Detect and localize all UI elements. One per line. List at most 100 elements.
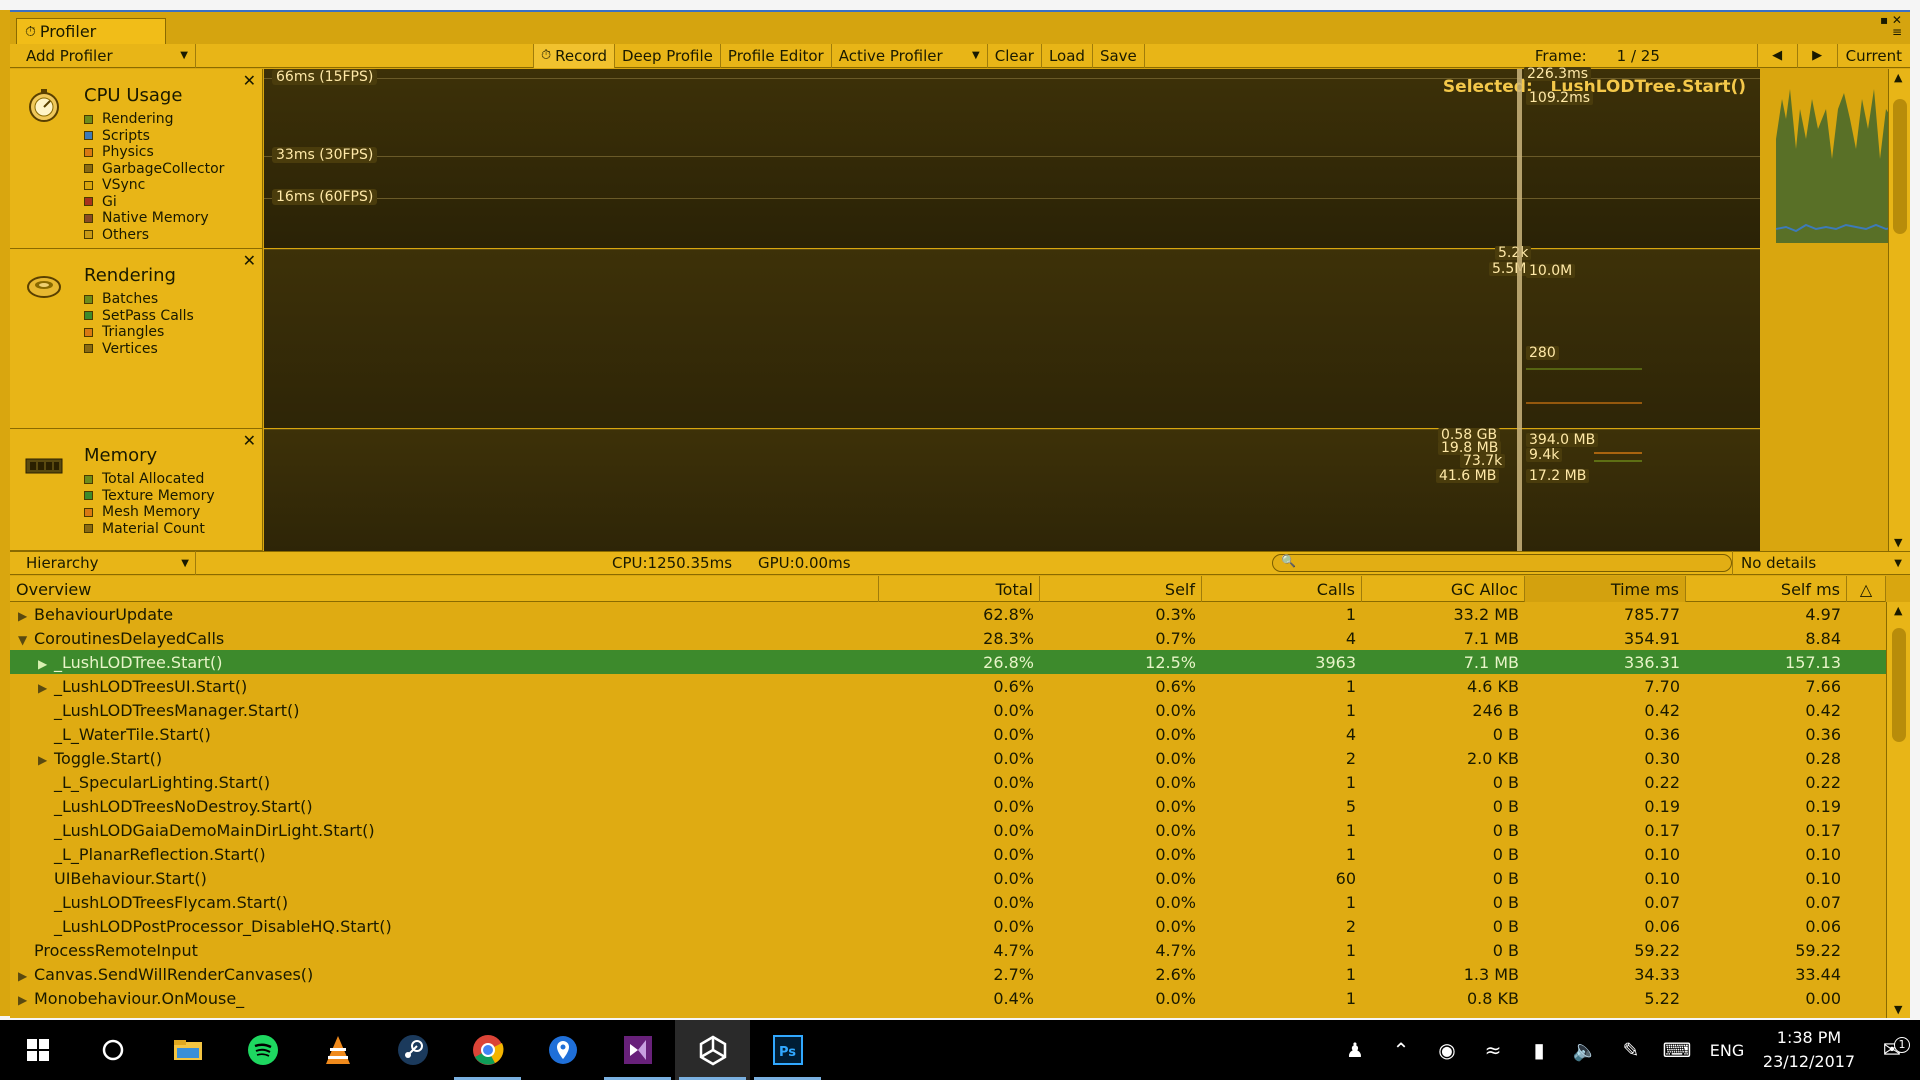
column-header-gc-alloc[interactable]: GC Alloc (1362, 576, 1525, 602)
collapsed-arrow-icon[interactable]: ▶ (38, 657, 54, 671)
battery-icon[interactable]: ▮ (1516, 1020, 1562, 1080)
file-explorer-icon[interactable] (150, 1020, 225, 1080)
legend-item[interactable]: Gi (84, 194, 224, 211)
column-header-self[interactable]: Self (1040, 576, 1202, 602)
scrollbar-thumb[interactable] (1893, 99, 1907, 234)
cpu-graph[interactable]: 66ms (15FPS) 33ms (30FPS) 16ms (60FPS) S… (264, 67, 1896, 248)
volume-icon[interactable]: 🔈 (1562, 1020, 1608, 1080)
table-row[interactable]: _LushLODTreesFlycam.Start() 0.0% 0.0% 1 0 B 0… (10, 890, 1886, 914)
add-profiler-dropdown[interactable]: Add Profiler ▼ (10, 43, 196, 68)
deep-profile-button[interactable]: Deep Profile (615, 43, 721, 68)
pen-icon[interactable]: ✎ (1608, 1020, 1654, 1080)
legend-item[interactable]: Material Count (84, 521, 215, 538)
menu-icon[interactable]: ≡ (1892, 26, 1902, 38)
chrome-icon[interactable] (450, 1020, 525, 1080)
windows-start-icon[interactable] (0, 1020, 75, 1080)
column-header-overview[interactable]: Overview (10, 576, 879, 602)
active-profiler-dropdown[interactable]: Active Profiler ▼ (832, 43, 988, 68)
people-icon[interactable]: ♟ (1332, 1020, 1378, 1080)
rendering-module[interactable]: Rendering ✕ Batches SetPass Calls Triang… (10, 249, 263, 429)
spotify-icon[interactable] (225, 1020, 300, 1080)
close-icon[interactable]: ✕ (243, 251, 256, 270)
legend-item[interactable]: Total Allocated (84, 471, 215, 488)
scroll-up-icon[interactable]: ▲ (1894, 604, 1902, 617)
column-header-time-ms[interactable]: Time ms (1525, 576, 1686, 602)
wifi-icon[interactable]: ≈ (1470, 1020, 1516, 1080)
collapsed-arrow-icon[interactable]: ▶ (38, 753, 54, 767)
next-frame-button[interactable]: ▶ (1796, 43, 1837, 68)
collapsed-arrow-icon[interactable]: ▶ (38, 681, 54, 695)
notification-center-icon[interactable]: ✉ 1 (1864, 1036, 1920, 1063)
previous-frame-button[interactable]: ◀ (1756, 43, 1797, 68)
steam-icon[interactable] (375, 1020, 450, 1080)
expanded-arrow-icon[interactable]: ▼ (18, 633, 34, 647)
chevron-up-icon[interactable]: ⌃ (1378, 1020, 1424, 1080)
load-button[interactable]: Load (1042, 43, 1093, 68)
profiler-tab[interactable]: ⏱ Profiler (16, 18, 166, 44)
column-header-total[interactable]: Total (879, 576, 1040, 602)
scroll-down-icon[interactable]: ▼ (1894, 1003, 1902, 1016)
legend-item[interactable]: VSync (84, 177, 224, 194)
legend-item[interactable]: GarbageCollector (84, 161, 224, 178)
legend-item[interactable]: Vertices (84, 341, 194, 358)
table-row[interactable]: ▶ _LushLODTree.Start() 26.8% 12.5% 3963 7.1 M… (10, 650, 1886, 674)
cpu-usage-module[interactable]: CPU Usage ✕ Rendering Scripts Physics Ga… (10, 69, 263, 249)
rendering-graph[interactable]: 5.2k 5.5M 10.0M 280 (264, 246, 1760, 428)
legend-item[interactable]: Triangles (84, 324, 194, 341)
scroll-up-icon[interactable]: ▲ (1894, 71, 1902, 84)
cortana-icon[interactable] (75, 1020, 150, 1080)
search-input[interactable]: 🔍 (1272, 554, 1732, 572)
table-row[interactable]: _L_PlanarReflection.Start() 0.0% 0.0% 1 0 B 0… (10, 842, 1886, 866)
table-row[interactable]: UIBehaviour.Start() 0.0% 0.0% 60 0 B 0.10 0.10 (10, 866, 1886, 890)
legend-item[interactable]: SetPass Calls (84, 308, 194, 325)
clear-button[interactable]: Clear (988, 43, 1042, 68)
language-indicator[interactable]: ENG (1700, 1020, 1754, 1080)
legend-item[interactable]: Native Memory (84, 210, 224, 227)
save-button[interactable]: Save (1093, 43, 1145, 68)
legend-item[interactable]: Rendering (84, 111, 224, 128)
table-row[interactable]: ▶ Canvas.SendWillRenderCanvases() 2.7% 2.6%… (10, 962, 1886, 986)
column-header-calls[interactable]: Calls (1202, 576, 1362, 602)
collapsed-arrow-icon[interactable]: ▶ (18, 969, 34, 983)
legend-item[interactable]: Physics (84, 144, 224, 161)
collapsed-arrow-icon[interactable]: ▶ (18, 609, 34, 623)
photoshop-icon[interactable]: Ps (750, 1020, 825, 1080)
table-row[interactable]: ▶ _LushLODTreesUI.Start() 0.6% 0.6% 1 4.6 KB 7… (10, 674, 1886, 698)
collapsed-arrow-icon[interactable]: ▶ (18, 993, 34, 1007)
legend-item[interactable]: Scripts (84, 128, 224, 145)
legend-item[interactable]: Batches (84, 291, 194, 308)
steam-tray-icon[interactable]: ◉ (1424, 1020, 1470, 1080)
table-row[interactable]: _LushLODTreesNoDestroy.Start() 0.0% 0.0% 5 0… (10, 794, 1886, 818)
unity-icon[interactable] (675, 1020, 750, 1080)
record-button[interactable]: ⏱ Record (534, 43, 615, 68)
close-icon[interactable]: ✕ (243, 431, 256, 450)
keyboard-icon[interactable]: ⌨ (1654, 1020, 1700, 1080)
clock[interactable]: 1:38 PM 23/12/2017 (1754, 1026, 1864, 1074)
current-frame-button[interactable]: Current (1836, 43, 1910, 68)
close-icon[interactable]: ✕ (243, 71, 256, 90)
table-row[interactable]: _LushLODTreesManager.Start() 0.0% 0.0% 1 246… (10, 698, 1886, 722)
memory-module[interactable]: Memory ✕ Total Allocated Texture Memory … (10, 429, 263, 551)
view-mode-dropdown[interactable]: Hierarchy ▼ (10, 551, 196, 575)
table-row[interactable]: ▶ Toggle.Start() 0.0% 0.0% 2 2.0 KB 0.30 0.28 (10, 746, 1886, 770)
legend-item[interactable]: Others (84, 227, 224, 244)
legend-item[interactable]: Mesh Memory (84, 504, 215, 521)
table-row[interactable]: _L_WaterTile.Start() 0.0% 0.0% 4 0 B 0.36 0.36 (10, 722, 1886, 746)
scroll-down-icon[interactable]: ▼ (1894, 536, 1902, 549)
vlc-icon[interactable] (300, 1020, 375, 1080)
memory-graph[interactable]: 0.58 GB 19.8 MB 73.7k 41.6 MB 394.0 MB 9… (264, 428, 1760, 551)
maps-icon[interactable] (525, 1020, 600, 1080)
table-row[interactable]: _L_SpecularLighting.Start() 0.0% 0.0% 1 0 B 0… (10, 770, 1886, 794)
table-row[interactable]: ProcessRemoteInput 4.7% 4.7% 1 0 B 59.22 59.22 (10, 938, 1886, 962)
details-dropdown[interactable]: No details ▼ (1732, 551, 1910, 575)
column-header-self-ms[interactable]: Self ms (1686, 576, 1847, 602)
frame-cursor[interactable] (1517, 69, 1522, 551)
legend-item[interactable]: Texture Memory (84, 488, 215, 505)
scrollbar-thumb[interactable] (1892, 628, 1906, 742)
visual-studio-icon[interactable] (600, 1020, 675, 1080)
profile-editor-button[interactable]: Profile Editor (721, 43, 832, 68)
table-row[interactable]: ▶ Monobehaviour.OnMouse_ 0.4% 0.0% 1 0.8 KB 5.… (10, 986, 1886, 1010)
table-scrollbar[interactable]: ▲ ▼ (1886, 602, 1910, 1018)
table-row[interactable]: _LushLODGaiaDemoMainDirLight.Start() 0.0%… (10, 818, 1886, 842)
table-row[interactable]: ▼ CoroutinesDelayedCalls 28.3% 0.7% 4 7.1 MB 3… (10, 626, 1886, 650)
